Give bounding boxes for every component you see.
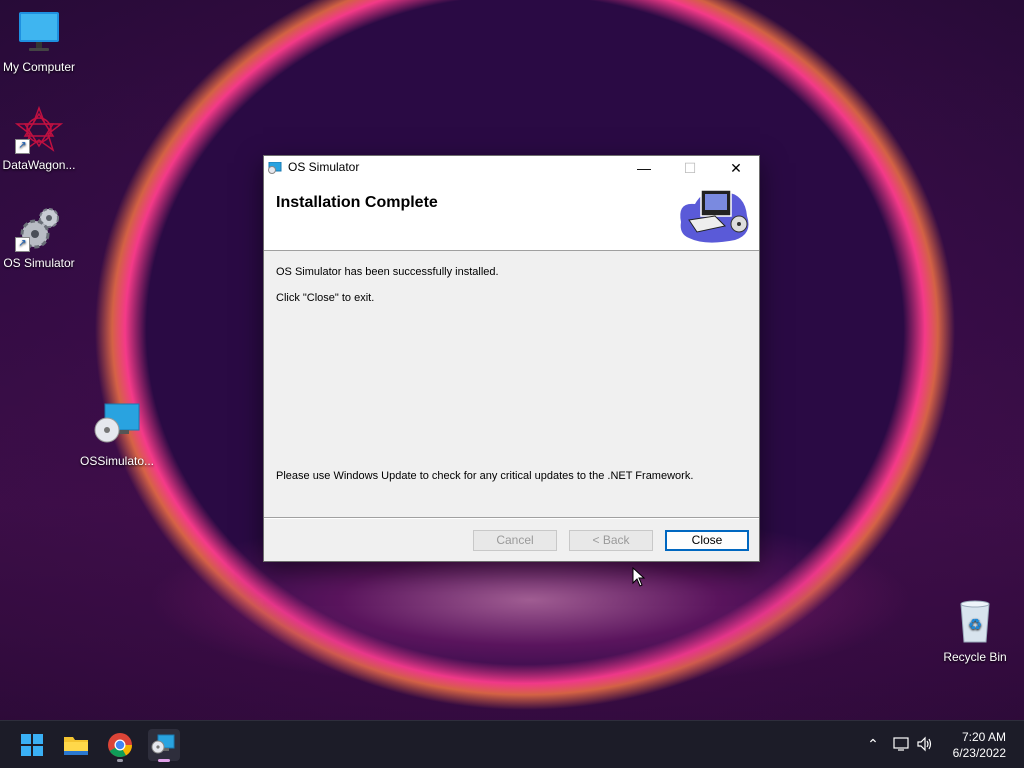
- chevron-up-icon[interactable]: ⌃: [864, 735, 882, 753]
- update-notice: Please use Windows Update to check for a…: [276, 470, 694, 482]
- desktop-icon-os-simulator[interactable]: ↗ OS Simulator: [0, 204, 78, 270]
- monitor-icon: [15, 8, 63, 56]
- desktop-icon-label: Recycle Bin: [943, 650, 1007, 664]
- success-message: OS Simulator has been successfully insta…: [276, 266, 499, 278]
- close-window-button[interactable]: ✕: [713, 156, 759, 180]
- desktop-icon-my-computer[interactable]: My Computer: [0, 8, 78, 74]
- exit-instruction: Click "Close" to exit.: [276, 292, 375, 304]
- datawagon-icon: ↗: [14, 105, 64, 154]
- desktop-icon-label: OSSimulato...: [79, 454, 155, 468]
- active-indicator: [158, 759, 170, 762]
- taskbar: ⌃ 7:20 AM 6/23/2022: [0, 720, 1024, 768]
- clock[interactable]: 7:20 AM 6/23/2022: [926, 729, 1006, 761]
- start-icon[interactable]: [16, 729, 48, 761]
- recycle-bin-icon: ♻: [951, 598, 999, 646]
- cancel-button[interactable]: Cancel: [473, 530, 557, 551]
- dialog-content: OS Simulator has been successfully insta…: [264, 251, 759, 517]
- os-simulator-installer-icon[interactable]: [148, 729, 180, 762]
- computer-setup-icon: [675, 182, 755, 246]
- desktop-icon-label: DataWagon...: [2, 158, 76, 172]
- network-icon[interactable]: [892, 735, 910, 753]
- clock-time: 7:20 AM: [961, 730, 1006, 744]
- button-separator: [264, 517, 759, 519]
- desktop-icon-datawagon[interactable]: ↗ DataWagon...: [0, 105, 78, 172]
- shortcut-arrow-icon: ↗: [15, 237, 30, 252]
- desktop-icon-label: My Computer: [2, 60, 76, 74]
- close-button[interactable]: Close: [665, 530, 749, 551]
- window-title: OS Simulator: [288, 160, 360, 174]
- clock-date: 6/23/2022: [952, 746, 1006, 760]
- title-bar[interactable]: OS Simulator — ☐ ✕: [264, 156, 759, 180]
- running-indicator: [117, 759, 123, 762]
- minimize-button[interactable]: —: [621, 156, 667, 180]
- gears-icon: ↗: [15, 204, 63, 252]
- file-explorer-icon[interactable]: [60, 729, 92, 761]
- installer-disc-icon: [93, 402, 141, 450]
- mouse-cursor-icon: [632, 566, 646, 592]
- desktop-icon-recycle-bin[interactable]: ♻ Recycle Bin: [936, 598, 1014, 664]
- installer-app-icon: [268, 161, 282, 174]
- back-button[interactable]: < Back: [569, 530, 653, 551]
- maximize-button[interactable]: ☐: [667, 156, 713, 180]
- page-title: Installation Complete: [276, 194, 438, 211]
- header-banner: Installation Complete: [264, 180, 759, 251]
- svg-text:♻: ♻: [968, 617, 982, 634]
- shortcut-arrow-icon: ↗: [15, 139, 30, 154]
- installer-dialog: OS Simulator — ☐ ✕ Installation Complete…: [263, 155, 760, 562]
- chrome-icon[interactable]: [104, 729, 136, 762]
- desktop-icon-ossimulator-installer[interactable]: OSSimulato...: [78, 402, 156, 468]
- desktop-icon-label: OS Simulator: [3, 256, 75, 270]
